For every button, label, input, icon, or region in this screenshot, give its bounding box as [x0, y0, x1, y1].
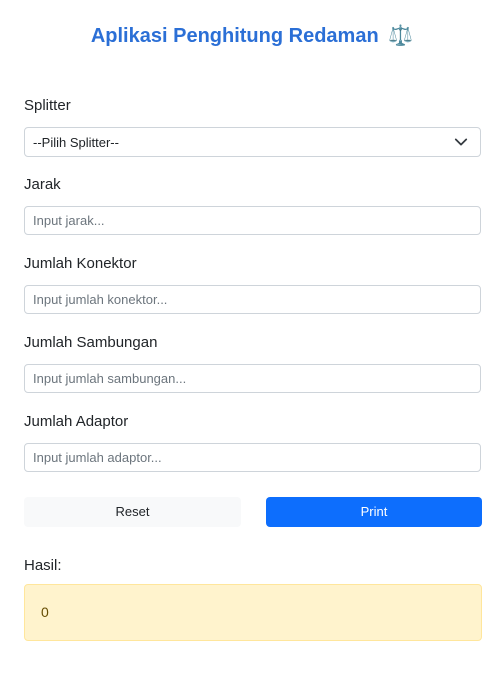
chevron-down-icon — [454, 138, 468, 146]
app-title-text: Aplikasi Penghitung Redaman — [90, 25, 379, 47]
jarak-input[interactable] — [24, 206, 481, 235]
jarak-label: Jarak — [24, 176, 61, 193]
konektor-input[interactable] — [24, 285, 481, 314]
result-value: 0 — [41, 604, 49, 620]
app-title: Aplikasi Penghitung Redaman ⚖️ — [0, 20, 504, 52]
result-box: 0 — [24, 584, 482, 641]
adaptor-label: Jumlah Adaptor — [24, 413, 129, 430]
reset-button[interactable]: Reset — [24, 497, 241, 527]
konektor-label: Jumlah Konektor — [24, 255, 137, 272]
sambungan-input[interactable] — [24, 364, 481, 393]
result-label: Hasil: — [24, 557, 62, 574]
splitter-label: Splitter — [24, 97, 71, 114]
splitter-selected-value: --Pilih Splitter-- — [33, 134, 119, 150]
sambungan-label: Jumlah Sambungan — [24, 334, 158, 351]
splitter-select[interactable]: --Pilih Splitter-- — [24, 127, 481, 157]
scale-icon: ⚖️ — [388, 25, 414, 47]
adaptor-input[interactable] — [24, 443, 481, 472]
print-button[interactable]: Print — [266, 497, 482, 527]
